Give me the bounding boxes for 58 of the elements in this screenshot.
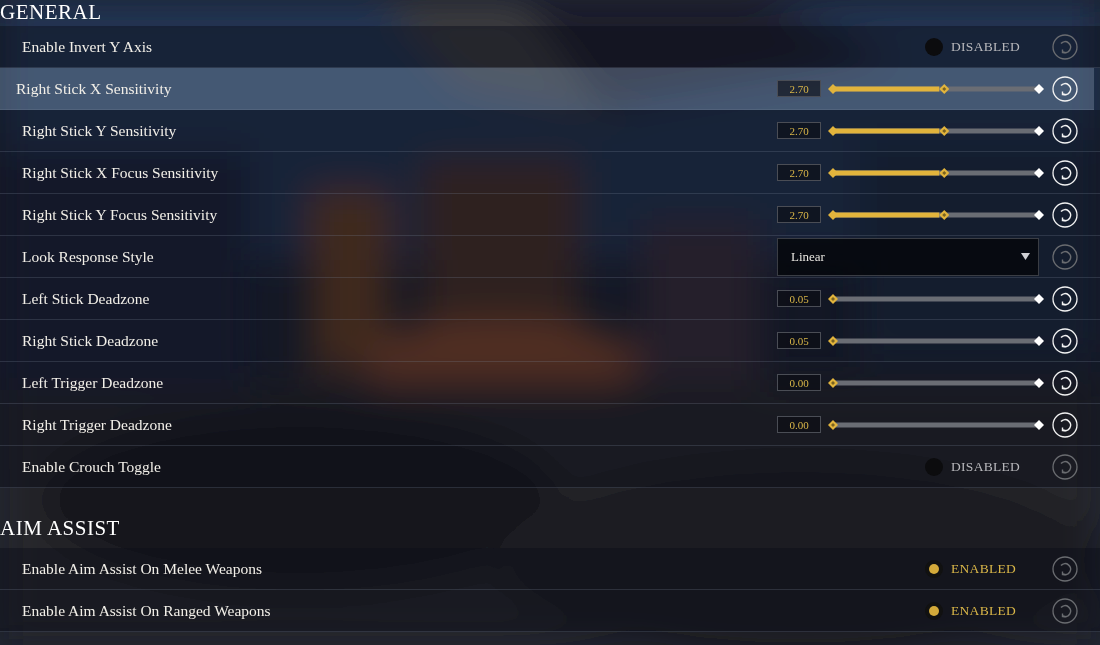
value-field[interactable]: 0.00: [777, 374, 821, 391]
slider[interactable]: [827, 208, 1045, 221]
setting-label: Right Stick X Sensitivity: [16, 79, 173, 98]
value-field[interactable]: 0.00: [777, 416, 821, 433]
setting-row[interactable]: Right Stick Y Sensitivity 2.70: [0, 110, 1100, 152]
setting-row[interactable]: Right Stick X Focus Sensitivity 2.70: [0, 152, 1100, 194]
toggle[interactable]: ENABLED: [925, 601, 1017, 620]
value-field[interactable]: 2.70: [777, 164, 821, 181]
slider[interactable]: [827, 292, 1045, 305]
slider[interactable]: [827, 82, 1045, 95]
setting-label: Look Response Style: [22, 247, 155, 266]
dropdown[interactable]: Linear: [777, 237, 1039, 276]
setting-row[interactable]: Enable Aim Assist On Melee Weapons ENABLED: [0, 548, 1100, 590]
value-field[interactable]: 0.05: [777, 332, 821, 349]
caret-icon: [1021, 253, 1030, 260]
setting-label: Right Stick Y Sensitivity: [22, 121, 178, 140]
slider-thumb[interactable]: [828, 377, 838, 388]
setting-row[interactable]: Right Stick X Sensitivity 2.70: [0, 68, 1094, 110]
slider[interactable]: [827, 334, 1045, 347]
slider-thumb[interactable]: [939, 167, 950, 178]
setting-label: Right Stick X Focus Sensitivity: [22, 163, 220, 182]
toggle[interactable]: DISABLED: [925, 37, 1021, 56]
setting-label: Enable Aim Assist On Melee Weapons: [22, 559, 263, 578]
slider[interactable]: [827, 418, 1045, 431]
setting-row[interactable]: Enable Aim Assist On Ranged Weapons ENABLED: [0, 590, 1100, 632]
slider[interactable]: [827, 166, 1045, 179]
setting-label: Right Stick Y Focus Sensitivity: [22, 205, 219, 224]
setting-row[interactable]: Right Trigger Deadzone 0.00: [0, 404, 1100, 446]
slider[interactable]: [827, 124, 1045, 137]
section-header: AIM ASSIST: [0, 515, 121, 542]
slider-thumb[interactable]: [828, 419, 838, 430]
setting-row[interactable]: Enable Invert Y Axis DISABLED: [0, 26, 1100, 68]
slider-thumb[interactable]: [828, 335, 838, 346]
slider-thumb[interactable]: [939, 125, 950, 136]
setting-label: Enable Invert Y Axis: [22, 37, 154, 56]
setting-row[interactable]: Look Response Style Linear: [0, 236, 1100, 278]
value-field[interactable]: 0.05: [777, 290, 821, 307]
setting-label: Enable Crouch Toggle: [22, 457, 162, 476]
slider-thumb[interactable]: [939, 209, 950, 220]
setting-label: Left Stick Deadzone: [22, 289, 151, 308]
toggle[interactable]: DISABLED: [925, 457, 1021, 476]
slider[interactable]: [827, 376, 1045, 389]
setting-label: Right Stick Deadzone: [22, 331, 160, 350]
setting-label: Right Trigger Deadzone: [22, 415, 173, 434]
setting-row[interactable]: Right Stick Deadzone 0.05: [0, 320, 1100, 362]
setting-label: Enable Aim Assist On Ranged Weapons: [22, 601, 272, 620]
setting-row[interactable]: Enable Crouch Toggle DISABLED: [0, 446, 1100, 488]
toggle[interactable]: ENABLED: [925, 559, 1017, 578]
value-field[interactable]: 2.70: [777, 80, 821, 97]
setting-row[interactable]: Right Stick Y Focus Sensitivity 2.70: [0, 194, 1100, 236]
slider-thumb[interactable]: [828, 293, 838, 304]
setting-row[interactable]: Left Trigger Deadzone 0.00: [0, 362, 1100, 404]
value-field[interactable]: 2.70: [777, 122, 821, 139]
value-field[interactable]: 2.70: [777, 206, 821, 223]
setting-row[interactable]: Left Stick Deadzone 0.05: [0, 278, 1100, 320]
section-header: GENERAL: [0, 0, 103, 26]
slider-thumb[interactable]: [939, 83, 950, 94]
setting-label: Left Trigger Deadzone: [22, 373, 165, 392]
